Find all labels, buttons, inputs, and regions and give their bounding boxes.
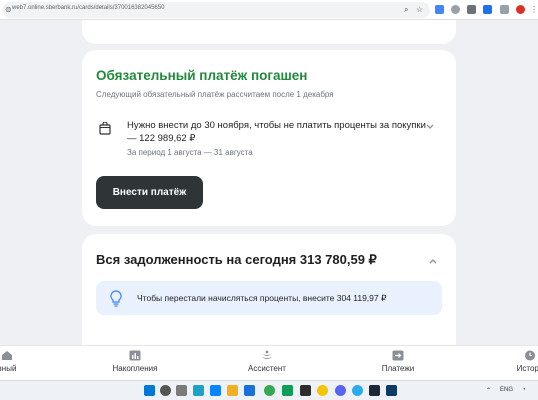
nav-label-payments: Платежи bbox=[381, 364, 415, 373]
browser-toolbar: ⊜ web7.online.sberbank.ru/cards/details/… bbox=[0, 0, 538, 20]
grace-period-text: Нужно внести до 30 ноября, чтобы не плат… bbox=[127, 120, 426, 144]
site-info-icon[interactable]: ⊜ bbox=[5, 5, 12, 15]
total-debt-title: Вся задолженность на сегодня 313 780,59 … bbox=[96, 252, 377, 267]
vpn-extension-icon[interactable] bbox=[451, 5, 460, 14]
url-text[interactable]: web7.online.sberbank.ru/cards/details/37… bbox=[12, 5, 164, 11]
translate-extension-icon[interactable] bbox=[435, 5, 444, 14]
windows-taskbar: ⌃ ENG ◔ bbox=[0, 380, 538, 400]
widgets-icon[interactable] bbox=[210, 385, 221, 396]
file-explorer-icon[interactable] bbox=[227, 385, 238, 396]
bookmark-star-icon[interactable]: ☆ bbox=[416, 5, 423, 15]
make-payment-button[interactable]: Внести платёж bbox=[96, 176, 203, 209]
profile-avatar-icon[interactable] bbox=[516, 5, 525, 14]
task-view-icon[interactable] bbox=[176, 385, 187, 396]
interest-note-text: Чтобы перестали начисляться проценты, вн… bbox=[137, 293, 387, 303]
windows-start-icon[interactable] bbox=[144, 385, 155, 396]
nav-item-payments[interactable]: Платежи bbox=[368, 346, 428, 381]
copilot-icon[interactable] bbox=[193, 385, 204, 396]
extension-icon[interactable] bbox=[467, 5, 476, 14]
discord-icon[interactable] bbox=[335, 385, 346, 396]
chrome-browser-icon[interactable] bbox=[264, 385, 275, 396]
edge-browser-icon[interactable] bbox=[244, 385, 255, 396]
mandatory-payment-card: Обязательный платёж погашен Следующий об… bbox=[82, 50, 456, 226]
steam-icon[interactable] bbox=[369, 385, 380, 396]
bottom-navigation: вный Накопления Ассистент Платежи Истори bbox=[0, 345, 538, 380]
app-icon[interactable] bbox=[282, 385, 293, 396]
search-icon[interactable] bbox=[160, 385, 171, 396]
nav-item-history[interactable]: Истори bbox=[508, 346, 538, 381]
tray-chevron-icon[interactable]: ⌃ bbox=[486, 387, 491, 394]
nav-item-savings[interactable]: Накопления bbox=[105, 346, 165, 381]
assistant-icon bbox=[262, 350, 272, 359]
previous-card bbox=[82, 20, 456, 44]
chevron-down-icon[interactable] bbox=[425, 123, 435, 131]
app-icon-3[interactable] bbox=[317, 385, 328, 396]
interest-note: Чтобы перестали начисляться проценты, вн… bbox=[96, 281, 442, 315]
browser-menu-icon[interactable]: ⋮ bbox=[530, 5, 538, 15]
app-icon-2[interactable] bbox=[300, 385, 311, 396]
shopping-bag-icon bbox=[99, 122, 111, 135]
lightbulb-icon bbox=[110, 290, 122, 307]
wifi-icon[interactable]: ◔ bbox=[522, 387, 526, 393]
total-debt-card: Вся задолженность на сегодня 313 780,59 … bbox=[82, 234, 456, 345]
arrow-icon bbox=[392, 350, 404, 361]
chart-icon bbox=[129, 350, 141, 361]
page-content: Обязательный платёж погашен Следующий об… bbox=[0, 20, 538, 345]
nav-label-main: вный bbox=[0, 364, 17, 373]
clock-icon bbox=[525, 350, 535, 361]
nav-label-assistant: Ассистент bbox=[248, 364, 286, 373]
telegram-icon[interactable] bbox=[352, 385, 363, 396]
nav-label-savings: Накопления bbox=[112, 364, 158, 373]
home-icon bbox=[2, 351, 12, 360]
payment-status-subtitle: Следующий обязательный платёж рассчитаем… bbox=[96, 90, 334, 99]
zoom-icon[interactable]: ⌕ bbox=[404, 5, 408, 15]
chevron-up-icon[interactable] bbox=[428, 257, 438, 265]
nav-item-assistant[interactable]: Ассистент bbox=[237, 346, 297, 381]
nav-item-main[interactable]: вный bbox=[0, 346, 22, 381]
keyboard-language[interactable]: ENG bbox=[500, 387, 513, 393]
download-extension-icon[interactable] bbox=[483, 5, 492, 14]
address-bar[interactable]: ⊜ web7.online.sberbank.ru/cards/details/… bbox=[2, 2, 430, 18]
app-icon-4[interactable] bbox=[386, 385, 397, 396]
payment-status-title: Обязательный платёж погашен bbox=[96, 68, 308, 83]
nav-label-history: Истори bbox=[516, 364, 538, 373]
grace-period-dates: За период 1 августа — 31 августа bbox=[127, 148, 253, 157]
puzzle-extensions-icon[interactable] bbox=[500, 5, 509, 14]
